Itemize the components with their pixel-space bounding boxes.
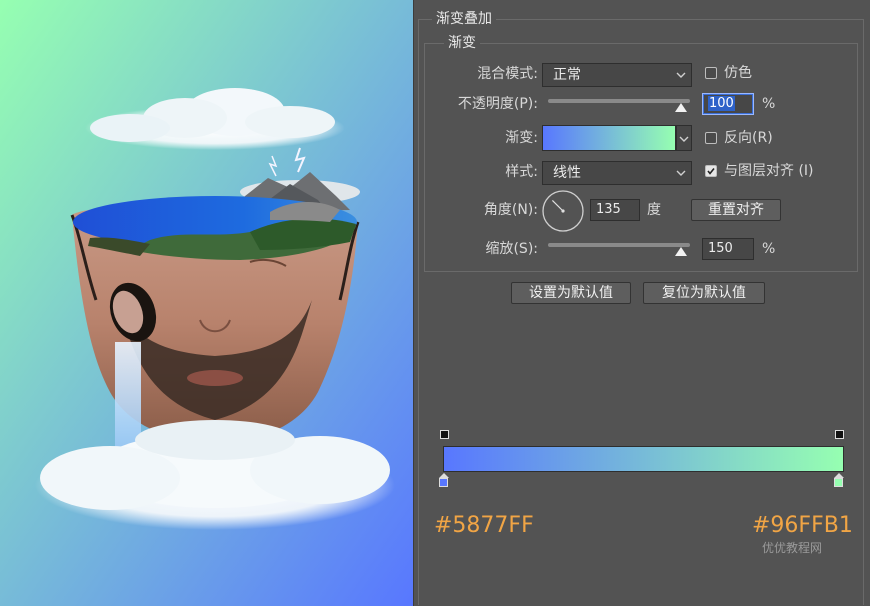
scale-label: 缩放(S): bbox=[485, 241, 538, 257]
chevron-down-icon bbox=[676, 72, 686, 78]
dither-label: 仿色 bbox=[724, 65, 752, 81]
artwork-preview bbox=[0, 0, 413, 606]
surreal-head-illustration bbox=[0, 0, 413, 606]
dither-checkbox[interactable] bbox=[705, 67, 717, 79]
opacity-slider-thumb[interactable] bbox=[675, 103, 687, 112]
angle-input[interactable]: 135 bbox=[590, 199, 640, 221]
reset-align-button[interactable]: 重置对齐 bbox=[691, 199, 781, 221]
section-title: 渐变叠加 bbox=[432, 11, 496, 27]
scale-unit: % bbox=[762, 241, 776, 257]
style-select[interactable]: 线性 bbox=[542, 161, 692, 185]
align-layer-checkbox[interactable] bbox=[705, 165, 717, 177]
chevron-down-icon bbox=[679, 136, 689, 142]
opacity-slider-track[interactable] bbox=[548, 99, 690, 103]
blend-mode-select[interactable]: 正常 bbox=[542, 63, 692, 87]
scale-input[interactable]: 150 bbox=[702, 238, 754, 260]
end-color-label: #96FFB1 bbox=[752, 513, 853, 538]
island-landscape bbox=[73, 196, 357, 260]
gradient-label: 渐变: bbox=[505, 130, 538, 146]
angle-label: 角度(N): bbox=[483, 202, 538, 218]
chevron-down-icon bbox=[676, 170, 686, 176]
scale-slider-track[interactable] bbox=[548, 243, 690, 247]
opacity-input[interactable]: 100 bbox=[702, 93, 754, 115]
gradient-picker-dropdown[interactable] bbox=[676, 125, 692, 151]
reverse-label: 反向(R) bbox=[724, 130, 773, 146]
start-color-label: #5877FF bbox=[434, 513, 534, 538]
align-layer-label: 与图层对齐 (I) bbox=[724, 163, 814, 179]
opacity-label: 不透明度(P): bbox=[457, 96, 538, 112]
gradient-bar[interactable] bbox=[443, 446, 844, 472]
blend-mode-value: 正常 bbox=[553, 67, 581, 83]
angle-unit: 度 bbox=[647, 202, 661, 218]
reverse-checkbox[interactable] bbox=[705, 132, 717, 144]
set-default-button[interactable]: 设置为默认值 bbox=[511, 282, 631, 304]
reset-default-button[interactable]: 复位为默认值 bbox=[643, 282, 765, 304]
color-stop-right[interactable] bbox=[834, 478, 843, 487]
opacity-unit: % bbox=[762, 96, 776, 112]
opacity-stop-right[interactable] bbox=[835, 430, 844, 439]
style-label: 样式: bbox=[505, 164, 538, 180]
blend-mode-label: 混合模式: bbox=[477, 66, 538, 82]
opacity-value: 100 bbox=[708, 96, 735, 111]
style-value: 线性 bbox=[553, 165, 581, 181]
angle-dial[interactable] bbox=[541, 189, 585, 233]
checkmark-icon bbox=[707, 168, 715, 175]
waterfall bbox=[115, 342, 141, 447]
watermark: 优优教程网 bbox=[762, 541, 823, 555]
opacity-stop-left[interactable] bbox=[440, 430, 449, 439]
scale-slider-thumb[interactable] bbox=[675, 247, 687, 256]
gradient-overlay-panel: 渐变叠加 渐变 混合模式: 正常 仿色 不透明度(P): 100 % 渐变: 反… bbox=[413, 0, 870, 606]
gradient-swatch[interactable] bbox=[542, 125, 676, 151]
mouth bbox=[187, 370, 243, 386]
group-title: 渐变 bbox=[444, 35, 480, 51]
color-stop-left[interactable] bbox=[439, 478, 448, 487]
